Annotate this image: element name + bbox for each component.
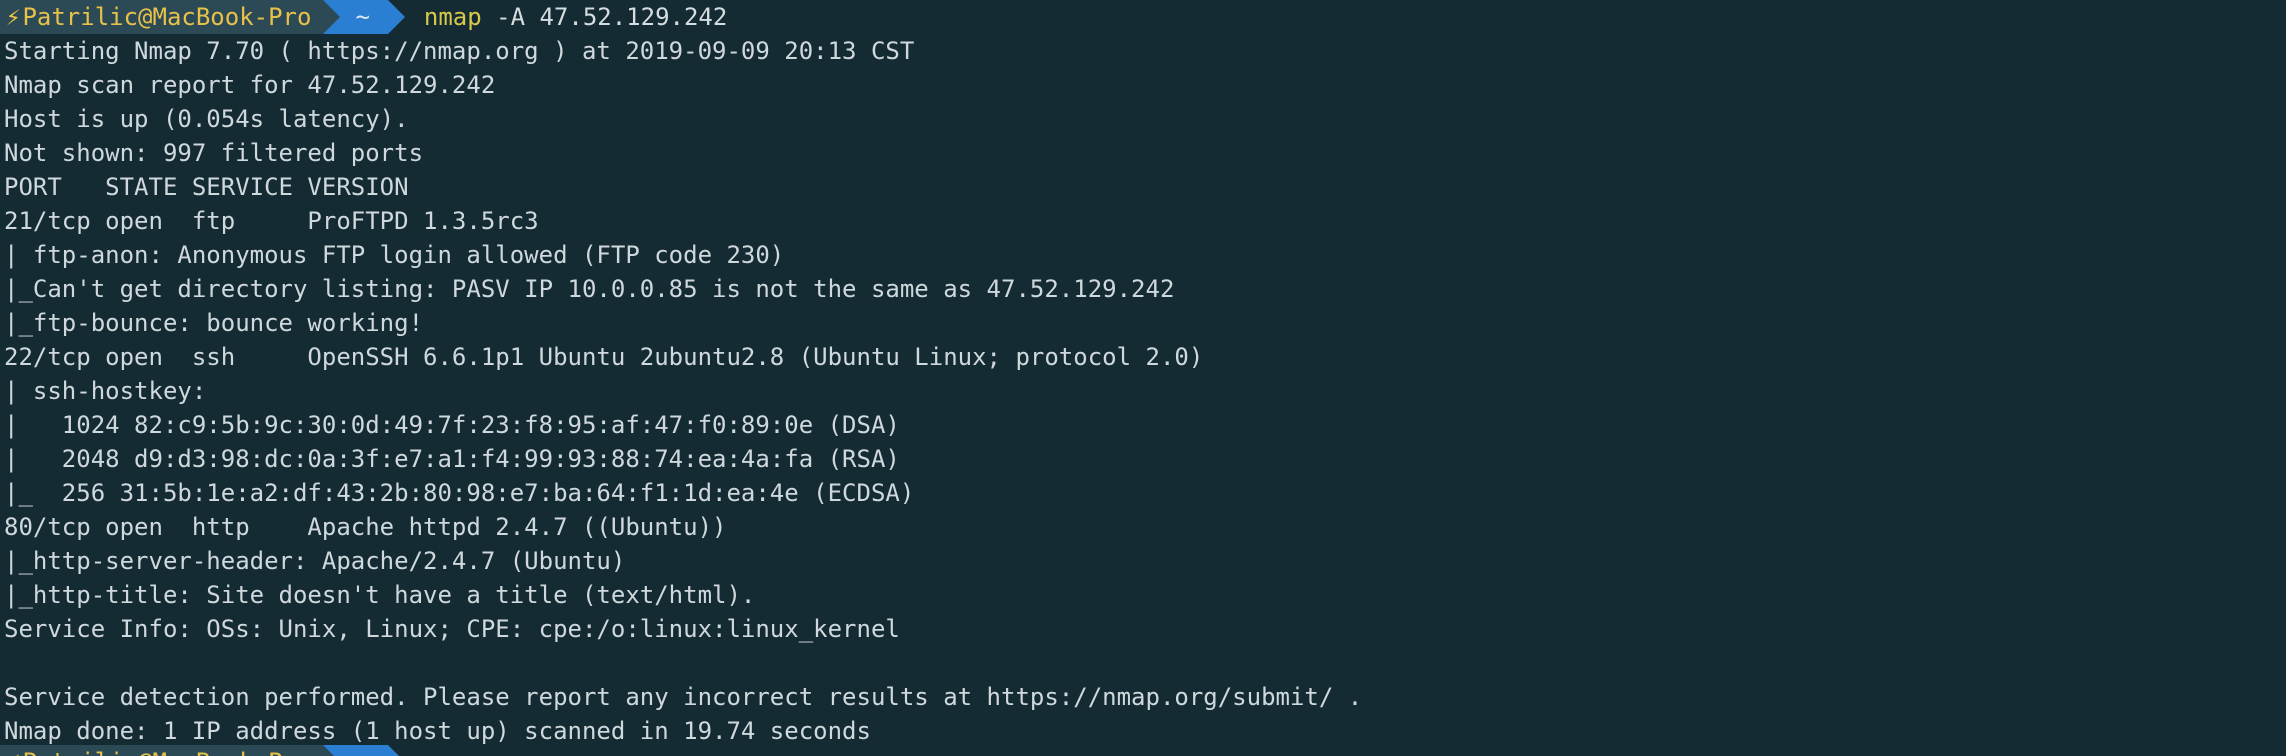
output-line-not-shown: Not shown: 997 filtered ports bbox=[4, 139, 424, 167]
command-name: nmap bbox=[423, 3, 482, 31]
next-prompt-user-host: Patrilic@MacBook-Pro bbox=[22, 745, 311, 756]
output-line-ssh-hostkey: | ssh-hostkey: bbox=[4, 377, 221, 405]
output-line-http-title: |_http-title: Site doesn't have a title … bbox=[4, 581, 756, 609]
output-line-ftp-anon: | ftp-anon: Anonymous FTP login allowed … bbox=[4, 241, 785, 269]
output-line-server-header: |_http-server-header: Apache/2.4.7 (Ubun… bbox=[4, 547, 626, 575]
terminal-window[interactable]: ⚡ Patrilic@MacBook-Pro ~ nmap -A 47.52.1… bbox=[0, 0, 2286, 756]
output-line-rsa-key: | 2048 d9:d3:98:dc:0a:3f:e7:a1:f4:99:93:… bbox=[4, 445, 900, 473]
output-line-dir-listing: |_Can't get directory listing: PASV IP 1… bbox=[4, 275, 1175, 303]
prompt-separator-arrow bbox=[323, 745, 341, 756]
prompt-user-segment: ⚡ Patrilic@MacBook-Pro bbox=[0, 0, 341, 34]
next-prompt-user-segment: ⚡ Patrilic@MacBook-Pro bbox=[0, 745, 341, 756]
lightning-icon: ⚡ bbox=[6, 745, 20, 756]
next-shell-prompt: ⚡ Patrilic@MacBook-Pro ~ bbox=[0, 745, 2286, 756]
terminal-output-area: ⚡ Patrilic@MacBook-Pro ~ nmap -A 47.52.1… bbox=[0, 0, 2286, 748]
output-line-port-header: PORT STATE SERVICE VERSION bbox=[4, 173, 409, 201]
output-line-scan-report: Nmap scan report for 47.52.129.242 bbox=[4, 71, 496, 99]
output-line-port-22: 22/tcp open ssh OpenSSH 6.6.1p1 Ubuntu 2… bbox=[4, 343, 1204, 371]
output-line-ftp-bounce: |_ftp-bounce: bounce working! bbox=[4, 309, 424, 337]
output-line-port-21: 21/tcp open ftp ProFTPD 1.3.5rc3 bbox=[4, 207, 539, 235]
output-line-service-info: Service Info: OSs: Unix, Linux; CPE: cpe… bbox=[4, 615, 900, 643]
next-prompt-row: ⚡ Patrilic@MacBook-Pro ~ bbox=[0, 745, 2286, 756]
shell-prompt: ⚡ Patrilic@MacBook-Pro ~ nmap -A 47.52.1… bbox=[0, 0, 2286, 34]
output-line-dsa-key: | 1024 82:c9:5b:9c:30:0d:49:7f:23:f8:95:… bbox=[4, 411, 900, 439]
prompt-directory: ~ bbox=[355, 3, 370, 31]
output-line-service-detection: Service detection performed. Please repo… bbox=[4, 683, 1363, 711]
prompt-separator-arrow-2 bbox=[387, 745, 405, 756]
lightning-icon: ⚡ bbox=[6, 3, 21, 31]
output-line-starting: Starting Nmap 7.70 ( https://nmap.org ) … bbox=[4, 37, 915, 65]
command-arguments: -A 47.52.129.242 bbox=[481, 3, 728, 31]
output-line-ecdsa-key: |_ 256 31:5b:1e:a2:df:43:2b:80:98:e7:ba:… bbox=[4, 479, 915, 507]
output-line-nmap-done: Nmap done: 1 IP address (1 host up) scan… bbox=[4, 717, 871, 745]
prompt-separator-arrow-2 bbox=[387, 0, 405, 34]
output-line-host-up: Host is up (0.054s latency). bbox=[4, 105, 409, 133]
prompt-user-host: Patrilic@MacBook-Pro bbox=[22, 3, 312, 31]
next-prompt-directory: ~ bbox=[355, 745, 369, 756]
output-line-blank bbox=[0, 646, 2286, 680]
output-line-port-80: 80/tcp open http Apache httpd 2.4.7 ((Ub… bbox=[4, 513, 727, 541]
prompt-separator-arrow bbox=[323, 0, 341, 34]
